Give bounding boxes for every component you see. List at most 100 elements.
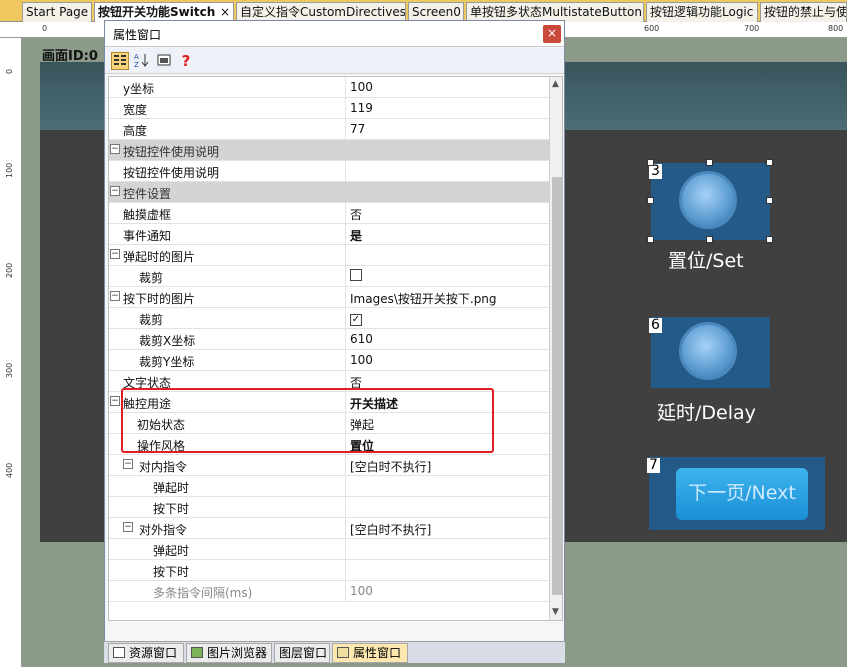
property-name: 事件通知 xyxy=(123,229,172,243)
property-value[interactable] xyxy=(345,476,549,497)
crop-checkbox[interactable] xyxy=(350,269,362,281)
resize-handle[interactable] xyxy=(647,197,654,204)
category-row[interactable]: − 按钮控件使用说明 xyxy=(109,140,549,161)
tab-enable-disable[interactable]: 按钮的禁止与使 xyxy=(760,2,847,22)
property-value[interactable]: 100 xyxy=(345,77,549,98)
property-row[interactable]: 触摸虚框 否 xyxy=(109,203,549,224)
property-row[interactable]: 裁剪X坐标 610 xyxy=(109,329,549,350)
vertical-scrollbar[interactable]: ▲ ▼ xyxy=(549,77,562,620)
property-value[interactable]: 610 xyxy=(345,329,549,350)
set-button-widget[interactable] xyxy=(651,163,770,240)
property-row[interactable]: y坐标 100 xyxy=(109,77,549,98)
property-row[interactable]: 裁剪 xyxy=(109,266,549,287)
property-value[interactable]: 是 xyxy=(345,224,549,245)
property-value[interactable] xyxy=(345,497,549,518)
widget-number: 3 xyxy=(649,163,662,179)
property-pages-icon[interactable] xyxy=(155,52,173,70)
property-value[interactable]: [空白时不执行] xyxy=(345,518,549,539)
property-value[interactable]: [空白时不执行] xyxy=(345,455,549,476)
scroll-thumb[interactable] xyxy=(552,177,562,595)
property-value[interactable]: 119 xyxy=(345,98,549,119)
crop-checkbox-cell[interactable]: ✓ xyxy=(345,308,549,329)
property-row[interactable]: 弹起时 xyxy=(109,476,549,497)
property-name: 按钮控件使用说明 xyxy=(123,166,220,180)
tab-properties-window[interactable]: 属性窗口 xyxy=(332,643,408,663)
tab-layer-window[interactable]: 图层窗口 xyxy=(274,643,330,663)
svg-text:A: A xyxy=(134,53,139,61)
ruler-vertical: 0 100 200 300 400 xyxy=(0,38,22,667)
property-name: 弹起时的图片 xyxy=(123,250,196,264)
property-name: 按下时 xyxy=(153,565,190,579)
ruler-label: 100 xyxy=(5,162,14,178)
resize-handle[interactable] xyxy=(766,236,773,243)
close-button[interactable]: × xyxy=(543,25,561,43)
property-value[interactable] xyxy=(345,245,549,266)
resize-handle[interactable] xyxy=(706,159,713,166)
tab-screen0[interactable]: Screen0 xyxy=(408,2,464,22)
tab-image-browser[interactable]: 图片浏览器 xyxy=(186,643,272,663)
tab-start-page[interactable]: Start Page xyxy=(22,2,92,22)
property-row[interactable]: 弹起时 xyxy=(109,539,549,560)
property-row[interactable]: 按下时 xyxy=(109,560,549,581)
category-name: 控件设置 xyxy=(123,187,172,201)
property-value[interactable]: 77 xyxy=(345,119,549,140)
property-row[interactable]: 裁剪 ✓ xyxy=(109,308,549,329)
button-circle-graphic xyxy=(679,322,737,380)
scroll-up-icon[interactable]: ▲ xyxy=(552,79,559,89)
image-icon xyxy=(191,647,203,658)
category-row[interactable]: − 控件设置 xyxy=(109,182,549,203)
properties-titlebar[interactable]: 属性窗口 × xyxy=(105,21,564,47)
sort-alphabetical-icon[interactable]: AZ xyxy=(133,52,151,70)
scroll-down-icon[interactable]: ▼ xyxy=(552,607,559,617)
category-name: 按钮控件使用说明 xyxy=(123,145,220,159)
property-row[interactable]: − 对内指令 [空白时不执行] xyxy=(109,455,549,476)
collapse-icon[interactable]: − xyxy=(110,291,120,301)
collapse-icon[interactable]: − xyxy=(110,144,120,154)
resize-handle[interactable] xyxy=(647,159,654,166)
tab-resource-window[interactable]: 资源窗口 xyxy=(108,643,184,663)
property-row[interactable]: − 按下时的图片 Images\按钮开关按下.png xyxy=(109,287,549,308)
crop-checkbox-checked[interactable]: ✓ xyxy=(350,314,362,326)
property-value[interactable]: 100 xyxy=(345,350,549,371)
resize-handle[interactable] xyxy=(766,159,773,166)
property-row[interactable]: 裁剪Y坐标 100 xyxy=(109,350,549,371)
collapse-icon[interactable]: − xyxy=(123,459,133,469)
property-row[interactable]: 事件通知 是 xyxy=(109,224,549,245)
property-value[interactable]: Images\按钮开关按下.png xyxy=(345,287,549,308)
property-value[interactable] xyxy=(345,161,549,182)
property-row[interactable]: 按钮控件使用说明 xyxy=(109,161,549,182)
collapse-icon[interactable]: − xyxy=(110,396,120,406)
collapse-icon[interactable]: − xyxy=(110,186,120,196)
property-value[interactable] xyxy=(345,539,549,560)
crop-checkbox-cell[interactable] xyxy=(345,266,549,287)
ruler-label: 700 xyxy=(744,24,760,33)
delay-button-widget[interactable] xyxy=(651,317,770,388)
resize-handle[interactable] xyxy=(647,236,654,243)
resize-handle[interactable] xyxy=(706,236,713,243)
property-name: 对内指令 xyxy=(139,460,188,474)
ruler-label: 400 xyxy=(5,462,14,478)
tab-multistate-button[interactable]: 单按钮多状态MultistateButton xyxy=(466,2,644,22)
property-row[interactable]: 按下时 xyxy=(109,497,549,518)
close-icon[interactable]: × xyxy=(220,3,230,21)
property-value[interactable]: 否 xyxy=(345,203,549,224)
property-row[interactable]: − 对外指令 [空白时不执行] xyxy=(109,518,549,539)
property-row[interactable]: 多条指令间隔(ms) 100 xyxy=(109,581,549,602)
property-row[interactable]: − 弹起时的图片 xyxy=(109,245,549,266)
property-value[interactable] xyxy=(345,560,549,581)
categorized-view-icon[interactable] xyxy=(111,52,129,70)
tab-custom-directives[interactable]: 自定义指令CustomDirectives xyxy=(236,2,406,22)
properties-toolbar: AZ ? xyxy=(105,48,564,74)
resize-handle[interactable] xyxy=(766,197,773,204)
property-row[interactable]: 宽度 119 xyxy=(109,98,549,119)
next-button[interactable]: 下一页/Next xyxy=(676,468,808,520)
collapse-icon[interactable]: − xyxy=(123,522,133,532)
property-grid[interactable]: y坐标 100 宽度 119 高度 77 − 按钮控件使用说明 按钮控件使用说明 − 控件… xyxy=(108,76,563,621)
property-row[interactable]: 高度 77 xyxy=(109,119,549,140)
help-icon[interactable]: ? xyxy=(177,52,195,70)
property-name: 裁剪X坐标 xyxy=(139,334,196,348)
tab-logic[interactable]: 按钮逻辑功能Logic xyxy=(646,2,758,22)
property-value[interactable]: 100 xyxy=(345,581,549,602)
collapse-icon[interactable]: − xyxy=(110,249,120,259)
tab-switch[interactable]: 按钮开关功能Switch × xyxy=(94,2,234,22)
